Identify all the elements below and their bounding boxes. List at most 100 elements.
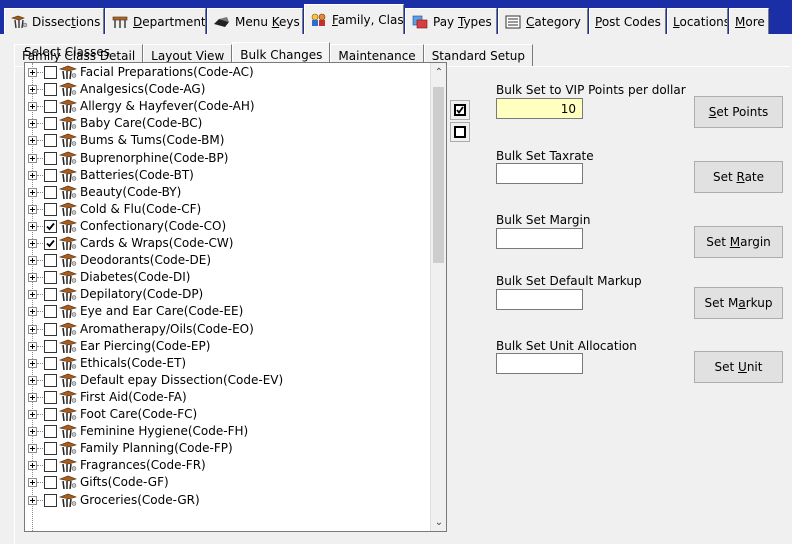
class-tree-row[interactable]: Facial Preparations(Code-AC): [25, 64, 431, 81]
top-tab-family-class[interactable]: Family, Class: [304, 4, 404, 34]
expand-plus-icon[interactable]: [28, 375, 37, 385]
expand-plus-icon[interactable]: [28, 256, 37, 266]
class-checkbox[interactable]: [44, 219, 57, 233]
class-checkbox[interactable]: [44, 185, 57, 199]
expand-plus-icon[interactable]: [28, 153, 37, 163]
class-checkbox[interactable]: [44, 322, 57, 336]
expand-plus-icon[interactable]: [28, 170, 37, 180]
expand-plus-icon[interactable]: [28, 119, 37, 129]
expand-plus-icon[interactable]: [28, 410, 37, 419]
class-tree-row[interactable]: Foot Care(Code-FC): [25, 406, 431, 423]
class-checkbox[interactable]: [44, 254, 57, 268]
expand-plus-icon[interactable]: [28, 290, 37, 300]
expand-plus-icon[interactable]: [28, 495, 37, 505]
class-checkbox[interactable]: [44, 305, 57, 319]
expand-plus-icon[interactable]: [28, 68, 37, 77]
scroll-thumb[interactable]: [433, 87, 444, 263]
class-tree-row[interactable]: Cards & Wraps(Code-CW): [25, 235, 431, 252]
vip-points-input[interactable]: [496, 98, 583, 119]
expand-plus-icon[interactable]: [28, 136, 37, 146]
taxrate-input[interactable]: [496, 163, 583, 184]
scroll-up-icon[interactable]: ⌃: [431, 65, 446, 81]
class-tree-row[interactable]: Analgesics(Code-AG): [25, 81, 431, 98]
class-checkbox[interactable]: [44, 339, 57, 353]
class-tree-row[interactable]: Gifts(Code-GF): [25, 474, 431, 491]
expand-plus-icon[interactable]: [28, 427, 37, 437]
class-checkbox[interactable]: [44, 66, 57, 79]
class-tree-row[interactable]: Eye and Ear Care(Code-EE): [25, 303, 431, 320]
class-tree-row[interactable]: Groceries(Code-GR): [25, 492, 431, 509]
tree-vertical-scrollbar[interactable]: ⌃ ⌄: [430, 63, 446, 531]
class-checkbox[interactable]: [44, 100, 57, 114]
set-unit-button[interactable]: Set Unit: [694, 351, 783, 383]
class-checkbox[interactable]: [44, 117, 57, 131]
class-tree-row[interactable]: Ear Piercing(Code-EP): [25, 338, 431, 355]
set-points-button[interactable]: Set Points: [694, 96, 783, 128]
class-checkbox[interactable]: [44, 168, 57, 182]
class-checkbox[interactable]: [44, 288, 57, 302]
expand-plus-icon[interactable]: [28, 341, 37, 351]
class-checkbox[interactable]: [44, 493, 57, 507]
check-all-button[interactable]: [450, 100, 470, 120]
uncheck-all-button[interactable]: [450, 122, 470, 142]
expand-plus-icon[interactable]: [28, 239, 37, 248]
class-tree-row[interactable]: First Aid(Code-FA): [25, 389, 431, 406]
expand-plus-icon[interactable]: [28, 221, 37, 231]
class-checkbox[interactable]: [44, 425, 57, 439]
class-checkbox[interactable]: [44, 271, 57, 285]
class-checkbox[interactable]: [44, 442, 57, 456]
class-tree-row[interactable]: Cold & Flu(Code-CF): [25, 201, 431, 218]
expand-plus-icon[interactable]: [28, 273, 37, 283]
expand-plus-icon[interactable]: [28, 307, 37, 317]
expand-plus-icon[interactable]: [28, 392, 37, 402]
scroll-down-icon[interactable]: ⌄: [431, 515, 446, 531]
class-tree-row[interactable]: Default epay Dissection(Code-EV): [25, 372, 431, 389]
class-checkbox[interactable]: [44, 390, 57, 404]
class-tree-row[interactable]: Aromatherapy/Oils(Code-EO): [25, 321, 431, 338]
class-checkbox[interactable]: [44, 476, 57, 490]
set-margin-button[interactable]: Set Margin: [694, 226, 783, 258]
class-tree-row[interactable]: Bums & Tums(Code-BM): [25, 132, 431, 149]
class-checkbox[interactable]: [44, 151, 57, 165]
expand-plus-icon[interactable]: [28, 324, 37, 334]
expand-plus-icon[interactable]: [28, 478, 37, 488]
class-tree-row[interactable]: Beauty(Code-BY): [25, 184, 431, 201]
top-tab-category[interactable]: Category: [498, 8, 588, 34]
expand-plus-icon[interactable]: [28, 187, 37, 197]
class-checkbox[interactable]: [44, 202, 57, 216]
class-tree[interactable]: Facial Preparations(Code-AC) Analgesics(C…: [24, 62, 447, 532]
class-tree-row[interactable]: Feminine Hygiene(Code-FH): [25, 423, 431, 440]
class-checkbox[interactable]: [44, 408, 57, 421]
class-tree-row[interactable]: Baby Care(Code-BC): [25, 115, 431, 132]
expand-plus-icon[interactable]: [28, 358, 37, 368]
set-rate-button[interactable]: Set Rate: [694, 161, 783, 193]
class-tree-row[interactable]: Diabetes(Code-DI): [25, 269, 431, 286]
expand-plus-icon[interactable]: [28, 444, 37, 454]
class-tree-row[interactable]: Depilatory(Code-DP): [25, 286, 431, 303]
expand-plus-icon[interactable]: [28, 204, 37, 214]
class-checkbox[interactable]: [44, 83, 57, 97]
class-checkbox[interactable]: [44, 356, 57, 370]
top-tab-locations[interactable]: Locations: [667, 8, 728, 34]
class-checkbox[interactable]: [44, 237, 57, 250]
class-tree-row[interactable]: Ethicals(Code-ET): [25, 355, 431, 372]
top-tab-menu-keys[interactable]: Menu Keys: [207, 8, 303, 34]
class-tree-row[interactable]: Family Planning(Code-FP): [25, 440, 431, 457]
class-tree-row[interactable]: Batteries(Code-BT): [25, 167, 431, 184]
expand-plus-icon[interactable]: [28, 102, 37, 112]
class-checkbox[interactable]: [44, 373, 57, 387]
class-checkbox[interactable]: [44, 459, 57, 473]
class-checkbox[interactable]: [44, 134, 57, 148]
expand-plus-icon[interactable]: [28, 85, 37, 95]
set-markup-button[interactable]: Set Markup: [694, 287, 783, 319]
top-tab-dissections[interactable]: Dissections: [4, 8, 104, 34]
class-tree-row[interactable]: Allergy & Hayfever(Code-AH): [25, 98, 431, 115]
class-tree-row[interactable]: Fragrances(Code-FR): [25, 457, 431, 474]
expand-plus-icon[interactable]: [28, 461, 37, 471]
top-tab-departments[interactable]: Departments: [105, 8, 206, 34]
class-tree-row[interactable]: Buprenorphine(Code-BP): [25, 150, 431, 167]
margin-input[interactable]: [496, 228, 583, 249]
top-tab-pay-types[interactable]: Pay Types: [405, 8, 497, 34]
class-tree-row[interactable]: Confectionary(Code-CO): [25, 218, 431, 235]
top-tab-post-codes[interactable]: Post Codes: [589, 8, 666, 34]
